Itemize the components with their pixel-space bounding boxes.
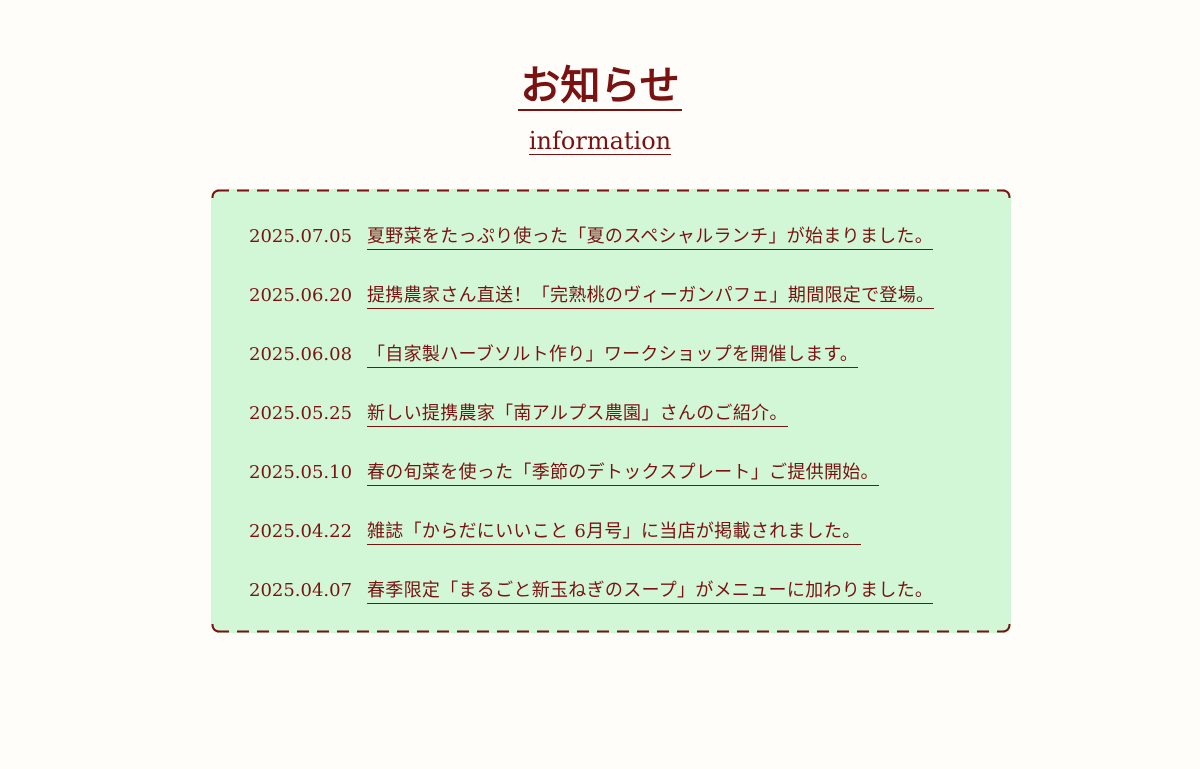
news-date: 2025.05.10	[249, 462, 353, 483]
news-date: 2025.04.22	[249, 521, 353, 542]
news-item: 2025.05.25 新しい提携農家「南アルプス農園」さんのご紹介。	[249, 399, 1009, 458]
news-link[interactable]: 「自家製ハーブソルト作り」ワークショップを開催します。	[367, 340, 859, 368]
news-link[interactable]: 夏野菜をたっぷり使った「夏のスペシャルランチ」が始まりました。	[367, 222, 934, 250]
news-link[interactable]: 春の旬菜を使った「季節のデトックスプレート」ご提供開始。	[367, 458, 879, 486]
news-date: 2025.07.05	[249, 226, 353, 247]
news-link[interactable]: 新しい提携農家「南アルプス農園」さんのご紹介。	[367, 399, 788, 427]
page-title-text: お知らせ	[518, 62, 682, 111]
news-date: 2025.06.20	[249, 285, 353, 306]
page-title: お知らせ	[0, 60, 1200, 112]
news-list-box: 2025.07.05 夏野菜をたっぷり使った「夏のスペシャルランチ」が始まりまし…	[211, 189, 1011, 633]
news-item: 2025.06.08 「自家製ハーブソルト作り」ワークショップを開催します。	[249, 340, 1009, 399]
news-date: 2025.05.25	[249, 403, 353, 424]
news-link[interactable]: 提携農家さん直送！「完熟桃のヴィーガンパフェ」期間限定で登場。	[367, 281, 935, 309]
news-item: 2025.06.20 提携農家さん直送！「完熟桃のヴィーガンパフェ」期間限定で登…	[249, 281, 1009, 340]
news-link[interactable]: 雑誌「からだにいいこと 6月号」に当店が掲載されました。	[367, 517, 861, 545]
page-subtitle-text: information	[528, 127, 672, 155]
news-list: 2025.07.05 夏野菜をたっぷり使った「夏のスペシャルランチ」が始まりまし…	[249, 222, 1009, 635]
page-subtitle: information	[0, 126, 1200, 156]
news-item: 2025.04.22 雑誌「からだにいいこと 6月号」に当店が掲載されました。	[249, 517, 1009, 576]
news-item: 2025.07.05 夏野菜をたっぷり使った「夏のスペシャルランチ」が始まりまし…	[249, 222, 1009, 281]
news-item: 2025.04.07 春季限定「まるごと新玉ねぎのスープ」がメニューに加わりまし…	[249, 576, 1009, 635]
news-date: 2025.06.08	[249, 344, 353, 365]
news-link[interactable]: 春季限定「まるごと新玉ねぎのスープ」がメニューに加わりました。	[367, 576, 934, 604]
news-item: 2025.05.10 春の旬菜を使った「季節のデトックスプレート」ご提供開始。	[249, 458, 1009, 517]
news-section: お知らせ information 2025.07.05 夏野菜をたっぷり使った「…	[0, 0, 1200, 769]
news-date: 2025.04.07	[249, 580, 353, 601]
